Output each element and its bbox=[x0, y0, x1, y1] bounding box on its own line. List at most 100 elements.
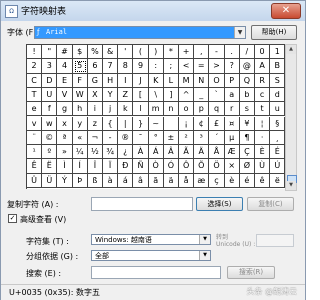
char-cell[interactable]: Û bbox=[27, 173, 43, 188]
char-cell[interactable]: á bbox=[118, 173, 134, 188]
char-cell[interactable]: ê bbox=[255, 173, 271, 188]
char-cell[interactable]: = bbox=[194, 59, 210, 74]
char-cell[interactable]: ´ bbox=[209, 130, 225, 146]
search-button[interactable]: 搜索(R) bbox=[227, 266, 275, 279]
char-cell[interactable]: n bbox=[163, 102, 179, 117]
char-cell[interactable] bbox=[163, 116, 179, 131]
char-cell[interactable]: Ï bbox=[103, 159, 119, 174]
char-cell[interactable]: É bbox=[270, 145, 286, 160]
char-cell[interactable]: v bbox=[27, 116, 43, 131]
char-cell[interactable]: ¬ bbox=[87, 130, 103, 146]
char-cell[interactable]: N bbox=[194, 73, 210, 88]
char-cell[interactable]: ' bbox=[118, 45, 134, 60]
char-cell[interactable]: ¢ bbox=[194, 116, 210, 131]
char-cell[interactable]: ? bbox=[224, 59, 240, 74]
char-cell[interactable]: Ù bbox=[255, 159, 271, 174]
char-cell[interactable]: G bbox=[87, 73, 103, 88]
char-cell[interactable]: + bbox=[179, 45, 195, 60]
char-cell[interactable]: Å bbox=[209, 145, 225, 160]
char-cell[interactable]: h bbox=[72, 102, 88, 117]
char-cell[interactable]: Q bbox=[239, 73, 255, 88]
char-cell[interactable]: Ì bbox=[57, 159, 73, 174]
char-cell[interactable]: ± bbox=[163, 130, 179, 146]
char-cell[interactable]: ° bbox=[148, 130, 164, 146]
char-cell[interactable]: ç bbox=[209, 173, 225, 188]
char-cell[interactable]: æ bbox=[194, 173, 210, 188]
char-cell[interactable]: D bbox=[42, 73, 58, 88]
char-cell[interactable]: C bbox=[27, 73, 43, 88]
char-cell[interactable]: # bbox=[57, 45, 73, 60]
char-cell[interactable]: ] bbox=[163, 87, 179, 103]
char-cell[interactable]: 2 bbox=[27, 59, 43, 74]
char-cell[interactable]: 6 bbox=[87, 59, 103, 74]
char-cell[interactable]: Ê bbox=[27, 159, 43, 174]
char-cell[interactable]: ¨ bbox=[27, 130, 43, 146]
char-cell[interactable]: Ü bbox=[42, 173, 58, 188]
help-button[interactable]: 帮助(H) bbox=[251, 25, 297, 40]
char-cell[interactable]: ; bbox=[163, 59, 179, 74]
char-cell[interactable]: 4 bbox=[57, 59, 73, 74]
char-cell[interactable]: 8 bbox=[118, 59, 134, 74]
char-cell[interactable]: Ë bbox=[42, 159, 58, 174]
char-cell[interactable]: è bbox=[224, 173, 240, 188]
char-cell[interactable]: f bbox=[42, 102, 58, 117]
char-cell[interactable]: o bbox=[179, 102, 195, 117]
char-cell[interactable]: Ð bbox=[118, 159, 134, 174]
charset-select[interactable]: Windows: 越南语 ▼ bbox=[91, 234, 211, 245]
chevron-down-icon[interactable]: ▼ bbox=[199, 251, 210, 260]
char-cell[interactable]: ¡ bbox=[179, 116, 195, 131]
char-cell[interactable]: » bbox=[57, 145, 73, 160]
select-button[interactable]: 选择(S) bbox=[196, 197, 243, 211]
char-cell[interactable]: A bbox=[255, 59, 271, 74]
char-cell[interactable]: Ã bbox=[179, 145, 195, 160]
char-cell[interactable]: \ bbox=[148, 87, 164, 103]
char-cell[interactable]: , bbox=[194, 45, 210, 60]
char-cell[interactable]: ª bbox=[57, 130, 73, 146]
char-cell[interactable]: 0 bbox=[255, 45, 271, 60]
char-cell[interactable]: × bbox=[224, 159, 240, 174]
char-cell[interactable]: Ú bbox=[270, 159, 286, 174]
char-cell[interactable]: @ bbox=[239, 59, 255, 74]
char-cell[interactable]: ¾ bbox=[103, 145, 119, 160]
advanced-view-checkbox[interactable]: ✓ bbox=[8, 214, 17, 223]
char-cell[interactable]: / bbox=[239, 45, 255, 60]
char-cell[interactable]: l bbox=[133, 102, 149, 117]
char-cell[interactable]: ã bbox=[148, 173, 164, 188]
char-cell[interactable]: Â bbox=[163, 145, 179, 160]
char-cell[interactable]: H bbox=[103, 73, 119, 88]
char-cell[interactable]: U bbox=[42, 87, 58, 103]
close-button[interactable]: ✕ bbox=[271, 3, 301, 19]
char-cell[interactable]: O bbox=[209, 73, 225, 88]
char-cell[interactable]: 1 bbox=[270, 45, 286, 60]
char-cell[interactable]: T bbox=[27, 87, 43, 103]
char-cell[interactable]: % bbox=[87, 45, 103, 60]
char-cell[interactable]: Õ bbox=[194, 159, 210, 174]
char-cell[interactable]: Þ bbox=[72, 173, 88, 188]
char-cell[interactable]: º bbox=[42, 145, 58, 160]
char-cell[interactable]: § bbox=[270, 116, 286, 131]
font-combobox[interactable]: ƒ Arial ▼ bbox=[34, 26, 246, 39]
char-cell[interactable]: k bbox=[118, 102, 134, 117]
char-cell[interactable]: p bbox=[194, 102, 210, 117]
char-cell[interactable]: c bbox=[255, 87, 271, 103]
char-cell[interactable]: E bbox=[57, 73, 73, 88]
scroll-down-icon[interactable]: ▼ bbox=[286, 181, 296, 190]
char-cell[interactable]: ¿ bbox=[118, 145, 134, 160]
char-cell[interactable]: Á bbox=[148, 145, 164, 160]
char-cell[interactable]: · bbox=[255, 130, 271, 146]
char-cell[interactable]: x bbox=[57, 116, 73, 131]
char-cell[interactable]: I bbox=[118, 73, 134, 88]
char-cell[interactable]: ¥ bbox=[239, 116, 255, 131]
char-cell[interactable]: ¶ bbox=[239, 130, 255, 146]
char-cell[interactable]: ä bbox=[163, 173, 179, 188]
chevron-down-icon[interactable]: ▼ bbox=[199, 235, 210, 244]
char-cell[interactable]: M bbox=[179, 73, 195, 88]
char-cell[interactable]: { bbox=[103, 116, 119, 131]
char-cell[interactable]: K bbox=[148, 73, 164, 88]
char-cell[interactable]: z bbox=[87, 116, 103, 131]
char-cell[interactable]: ® bbox=[118, 130, 134, 146]
char-cell[interactable]: " bbox=[42, 45, 58, 60]
char-cell[interactable]: d bbox=[270, 87, 286, 103]
char-cell[interactable]: µ bbox=[224, 130, 240, 146]
char-cell[interactable]: > bbox=[209, 59, 225, 74]
